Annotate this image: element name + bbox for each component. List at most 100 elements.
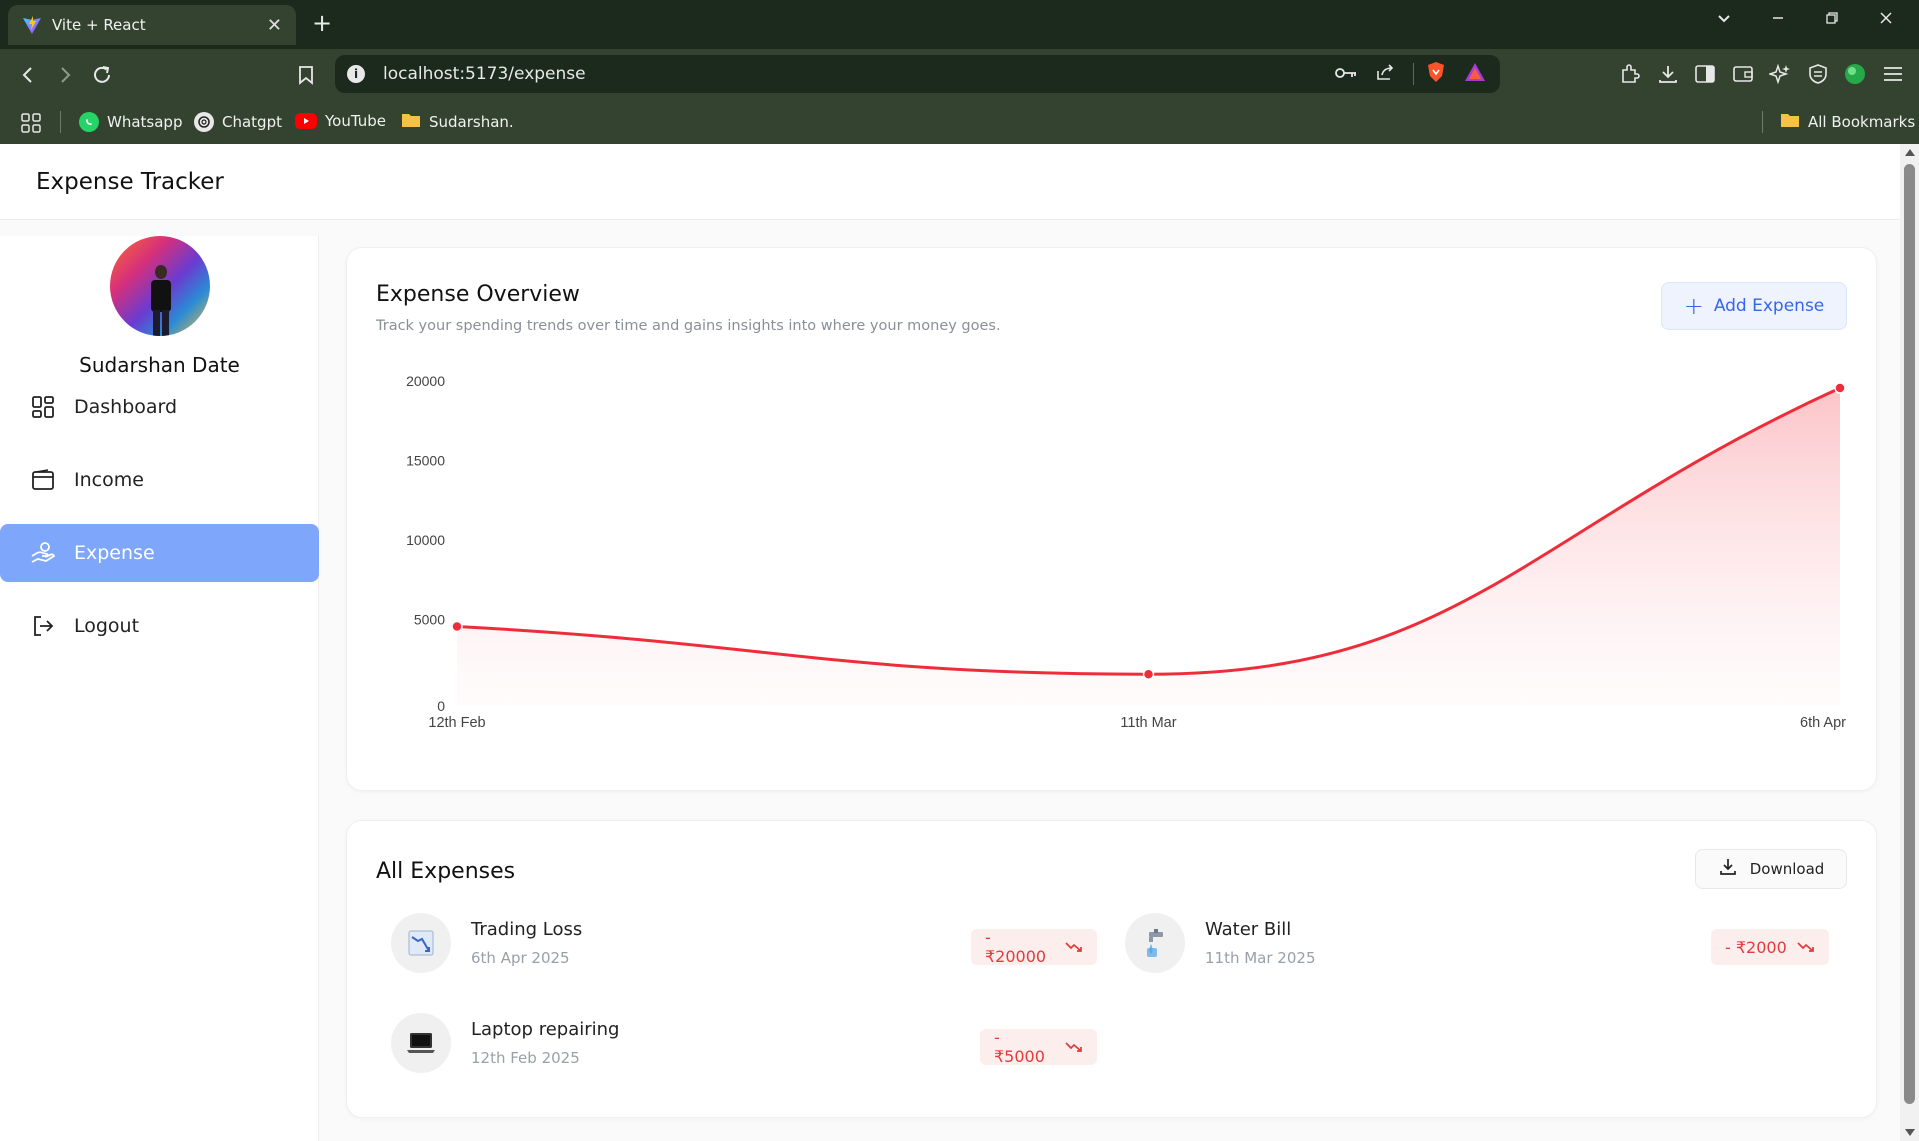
sidebar-item-label: Dashboard <box>74 396 178 418</box>
browser-tab[interactable]: Vite + React ✕ <box>8 5 296 45</box>
expense-date: 11th Mar 2025 <box>1205 949 1316 967</box>
sidebar-item-label: Expense <box>74 542 155 564</box>
close-window-icon[interactable] <box>1878 10 1894 31</box>
brave-rewards-icon[interactable] <box>1464 62 1486 86</box>
expense-amount: - ₹2000 <box>1725 937 1787 957</box>
trend-down-icon <box>1065 1038 1083 1057</box>
chart-area-fill <box>457 388 1840 706</box>
download-icon[interactable] <box>1655 61 1681 87</box>
browser-toolbar: i localhost:5173/expense <box>0 49 1919 101</box>
app-header: Expense Tracker <box>0 144 1900 220</box>
vpn-shield-icon[interactable] <box>1805 61 1831 87</box>
sidebar-item-income[interactable]: Income <box>0 451 319 509</box>
y-tick-label: 20000 <box>406 373 445 389</box>
expense-amount-badge: - ₹2000 <box>1711 929 1829 965</box>
all-bookmarks[interactable]: All Bookmarks <box>1780 112 1915 132</box>
expense-amount: - ₹5000 <box>994 1028 1045 1066</box>
bookmark-label: Whatsapp <box>107 113 183 131</box>
app-title: Expense Tracker <box>36 168 224 195</box>
bookmark-label: Chatgpt <box>222 113 282 131</box>
sidebar: Sudarshan Date Dashboard Income Expense … <box>0 236 319 1141</box>
sidebar-item-dashboard[interactable]: Dashboard <box>0 378 319 436</box>
page-scrollbar[interactable] <box>1900 144 1919 1141</box>
chatgpt-icon <box>194 112 214 132</box>
brave-shields-icon[interactable] <box>1426 61 1446 87</box>
sidebar-toggle-icon[interactable] <box>1692 61 1718 87</box>
all-expenses-card: All Expenses Download Trading Loss 6th A… <box>346 820 1877 1118</box>
address-bar[interactable]: i localhost:5173/expense <box>335 55 1500 93</box>
youtube-icon <box>295 113 317 129</box>
menu-icon[interactable] <box>1880 61 1906 87</box>
scroll-up-arrow-icon[interactable] <box>1905 149 1915 156</box>
bookmark-whatsapp[interactable]: Whatsapp <box>79 112 182 132</box>
sidebar-item-logout[interactable]: Logout <box>0 597 319 655</box>
y-tick-label: 15000 <box>406 453 445 469</box>
expense-item[interactable]: Trading Loss 6th Apr 2025 - ₹20000 <box>391 909 1097 975</box>
y-tick-label: 10000 <box>406 532 445 548</box>
download-button[interactable]: Download <box>1695 849 1847 889</box>
chart-data-point[interactable] <box>451 620 463 633</box>
new-tab-icon[interactable]: + <box>312 10 332 36</box>
bookmark-youtube[interactable]: YouTube <box>295 112 386 130</box>
reload-icon[interactable] <box>88 61 116 89</box>
folder-icon <box>1780 112 1800 132</box>
expense-line-chart: 0 5000 10000 15000 20000 12th Feb 11th Mar 6th… <box>406 373 1846 731</box>
minimize-icon[interactable] <box>1770 10 1786 31</box>
bookmark-folder-sudarshan[interactable]: Sudarshan. <box>401 112 514 132</box>
bookmark-label: Sudarshan. <box>429 113 514 131</box>
chart-data-point[interactable] <box>1142 668 1155 680</box>
bookmark-label: YouTube <box>325 112 386 130</box>
expense-name: Water Bill <box>1205 919 1292 940</box>
all-expenses-title: All Expenses <box>376 859 516 884</box>
vite-icon <box>23 16 41 34</box>
bookmarks-divider-right <box>1762 111 1763 133</box>
x-tick-label: 12th Feb <box>428 715 485 731</box>
expense-date: 12th Feb 2025 <box>471 1049 580 1067</box>
hand-money-icon <box>30 540 56 566</box>
extensions-icon[interactable] <box>1617 61 1643 87</box>
sidebar-item-label: Logout <box>74 615 140 637</box>
expense-amount: - ₹20000 <box>985 928 1047 966</box>
sidebar-item-expense[interactable]: Expense <box>0 524 319 582</box>
profile-name: Sudarshan Date <box>79 353 240 377</box>
avatar[interactable] <box>110 236 210 336</box>
url-path: :5173/expense <box>459 64 586 84</box>
folder-icon <box>401 112 421 132</box>
expense-item[interactable]: Laptop repairing 12th Feb 2025 - ₹5000 <box>391 1009 1097 1075</box>
leo-ai-icon[interactable] <box>1767 61 1793 87</box>
x-tick-label: 6th Apr <box>1800 715 1846 731</box>
back-icon[interactable] <box>14 61 42 89</box>
expense-name: Laptop repairing <box>471 1019 620 1040</box>
scroll-down-arrow-icon[interactable] <box>1905 1129 1915 1136</box>
close-tab-icon[interactable]: ✕ <box>267 15 282 36</box>
all-bookmarks-label: All Bookmarks <box>1808 113 1916 131</box>
profile-icon[interactable] <box>1842 61 1868 87</box>
chart-down-icon <box>391 913 451 973</box>
whatsapp-icon <box>79 112 99 132</box>
password-key-icon[interactable] <box>1335 65 1357 84</box>
trend-down-icon <box>1797 938 1815 957</box>
faucet-icon <box>1125 913 1185 973</box>
forward-icon[interactable] <box>51 61 79 89</box>
bookmarks-bar: Whatsapp Chatgpt YouTube Sudarshan. All … <box>0 101 1919 144</box>
y-tick-label: 5000 <box>414 612 445 628</box>
chart-data-point[interactable] <box>1834 382 1846 394</box>
wallet-browser-icon[interactable] <box>1730 61 1756 87</box>
trend-down-icon <box>1065 938 1083 957</box>
tab-title: Vite + React <box>52 16 146 34</box>
restore-icon[interactable] <box>1824 10 1840 31</box>
browser-tab-bar: Vite + React ✕ + <box>0 0 1919 49</box>
bookmark-chatgpt[interactable]: Chatgpt <box>194 112 282 132</box>
scrollbar-thumb[interactable] <box>1904 164 1915 1104</box>
expense-amount-badge: - ₹20000 <box>971 928 1097 966</box>
tab-search-chevron-icon[interactable] <box>1716 10 1732 31</box>
url-host: localhost <box>383 64 460 84</box>
url-text: localhost:5173/expense <box>383 64 1335 84</box>
share-icon[interactable] <box>1375 62 1395 86</box>
expense-name: Trading Loss <box>471 919 583 940</box>
expense-item[interactable]: Water Bill 11th Mar 2025 - ₹2000 <box>1125 909 1831 975</box>
bookmark-page-icon[interactable] <box>292 61 320 89</box>
laptop-icon <box>391 1013 451 1073</box>
site-info-icon[interactable]: i <box>347 65 365 83</box>
apps-grid-icon[interactable] <box>20 112 42 134</box>
